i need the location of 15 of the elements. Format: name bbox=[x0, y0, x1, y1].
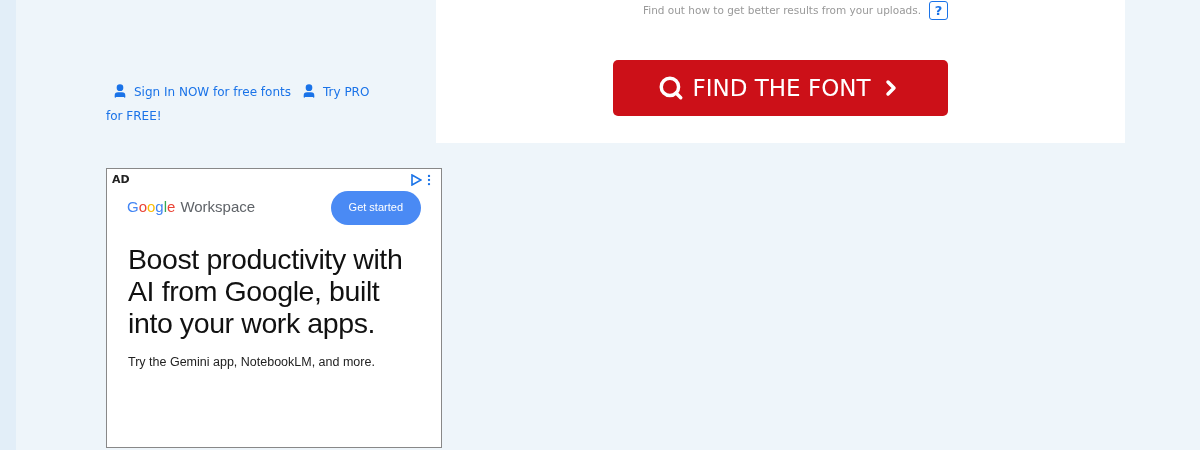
logo: Google bbox=[127, 197, 176, 218]
play-icon bbox=[410, 174, 422, 187]
product-name: Workspace bbox=[180, 197, 256, 218]
account-link[interactable]: Try PRO bbox=[322, 85, 370, 99]
find-font-button[interactable]: FIND THE FONT bbox=[613, 60, 948, 116]
search-icon bbox=[658, 75, 685, 101]
ad-subline: Try the Gemini app, NotebookLM, and more. bbox=[127, 353, 376, 371]
ad-headline: Boost productivity with AI from Google, built into your work apps. bbox=[127, 242, 404, 339]
account-link[interactable]: Sign In NOW for free fonts bbox=[134, 85, 291, 99]
hint-text: Find out how to get better results from your uploads. bbox=[642, 2, 922, 18]
help-button[interactable]: ? bbox=[929, 1, 949, 20]
account-link[interactable]: for FREE! bbox=[106, 109, 162, 123]
user-icon bbox=[112, 83, 128, 99]
get-started-button[interactable]: Get started bbox=[330, 190, 421, 225]
ad-label: AD bbox=[112, 172, 130, 188]
